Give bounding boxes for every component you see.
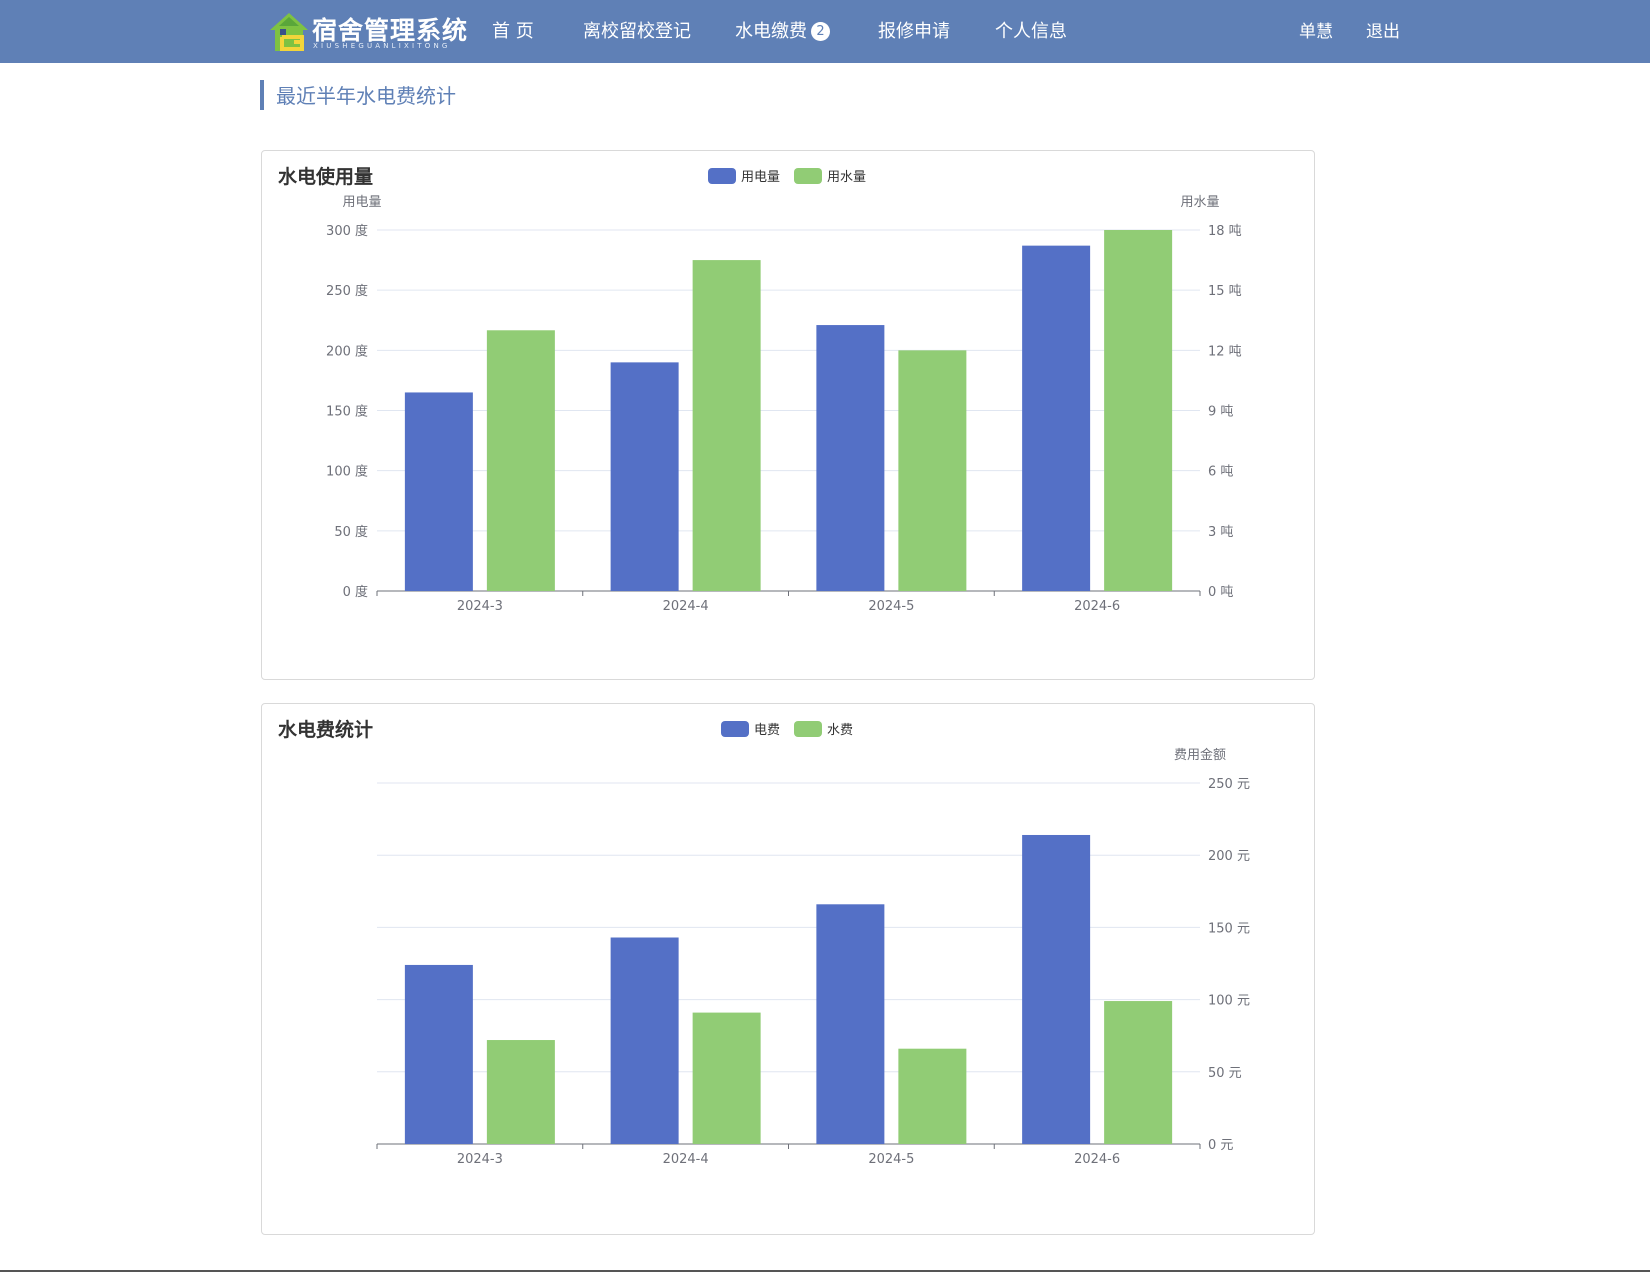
bar-blue [610, 362, 679, 591]
y-tick-label-right: 250 元 [1208, 777, 1250, 792]
legend-swatch [794, 168, 822, 184]
legend-swatch [708, 168, 736, 184]
y-axis-title-right: 费用金额 [1174, 747, 1226, 763]
x-tick-label: 2024-4 [663, 1152, 709, 1167]
user-name[interactable]: 单慧 [1299, 19, 1333, 45]
usage-chart-card: 水电使用量 用电量 用水量 用电量 0 度 50 度 100 度 150 度 200 度 250 … [261, 150, 1315, 680]
legend-swatch [721, 721, 749, 737]
y-tick-label-left: 250 度 [326, 283, 368, 299]
bar-green [898, 350, 967, 591]
bar-green [898, 1048, 967, 1144]
x-tick-label: 2024-6 [1074, 599, 1120, 614]
fee-bar-chart: 水电费统计 电费 水费费用金额 0 元 50 元 100 元 150 元 200 元 250 元… [278, 718, 1250, 1167]
bar-green [692, 1012, 761, 1144]
x-tick-label: 2024-6 [1074, 1152, 1120, 1167]
bar-blue [816, 904, 885, 1144]
y-tick-label-right: 0 吨 [1208, 585, 1233, 600]
x-tick-label: 2024-3 [457, 599, 503, 614]
bar-green [1104, 1001, 1173, 1144]
y-tick-label-right: 100 元 [1208, 994, 1250, 1009]
y-tick-label-right: 18 吨 [1208, 224, 1242, 239]
bar-blue [404, 392, 473, 591]
y-tick-label-right: 3 吨 [1208, 525, 1233, 540]
y-tick-label-right: 150 元 [1208, 921, 1250, 936]
y-tick-label-left: 200 度 [326, 343, 368, 359]
y-tick-label-right: 12 吨 [1208, 344, 1242, 359]
y-tick-label-right: 15 吨 [1208, 284, 1242, 299]
bar-green [1104, 230, 1173, 591]
y-tick-label-left: 100 度 [326, 464, 368, 480]
y-tick-label-left: 300 度 [326, 223, 368, 239]
nav-utility-payment-label: 水电缴费 [735, 21, 807, 42]
y-tick-label-right: 9 吨 [1208, 405, 1233, 420]
usage-bar-chart: 水电使用量 用电量 用水量用电量0 度50 度100 度150 度200 度250 … [278, 165, 1242, 614]
logo-subtitle: XIUSHEGUANLIXITONG [313, 42, 451, 50]
logout-link[interactable]: 退出 [1366, 19, 1400, 45]
bar-blue [404, 964, 473, 1144]
site-logo[interactable]: 宿舍管理系统 XIUSHEGUANLIXITONG [265, 8, 467, 56]
notification-badge: 2 [811, 22, 830, 41]
y-tick-label-left: 150 度 [326, 404, 368, 420]
y-axis-title-left: 用电量 [342, 195, 381, 210]
chart-title: 水电使用量 [278, 165, 373, 188]
top-navbar: 宿舍管理系统 XIUSHEGUANLIXITONG 首 页 离校留校登记 水电缴… [0, 0, 1650, 63]
x-tick-label: 2024-4 [663, 599, 709, 614]
y-tick-label-right: 0 元 [1208, 1138, 1233, 1153]
legend-swatch [794, 721, 822, 737]
y-tick-label-right: 200 元 [1208, 849, 1250, 864]
y-tick-label-left: 0 度 [343, 584, 368, 600]
nav-utility-payment[interactable]: 水电缴费 2 [735, 19, 830, 45]
nav-personal-info[interactable]: 个人信息 [995, 19, 1067, 45]
page-title: 最近半年水电费统计 [260, 80, 456, 110]
y-tick-label-right: 50 元 [1208, 1066, 1242, 1081]
legend-label: 水费 [827, 723, 853, 738]
y-axis-title-right: 用水量 [1180, 195, 1219, 210]
bar-green [486, 330, 555, 591]
bar-blue [1022, 834, 1091, 1144]
nav-leave-registration[interactable]: 离校留校登记 [583, 19, 691, 45]
bar-green [486, 1040, 555, 1144]
nav-repair-request[interactable]: 报修申请 [878, 19, 950, 45]
bar-green [692, 260, 761, 591]
legend-label: 用水量 [827, 170, 866, 185]
fee-chart-card: 水电费统计 电费 水费费用金额 0 元 50 元 100 元 150 元 200 元 250 元… [261, 703, 1315, 1235]
x-tick-label: 2024-3 [457, 1152, 503, 1167]
legend-label: 电费 [754, 723, 780, 738]
x-tick-label: 2024-5 [868, 599, 914, 614]
legend-label: 用电量 [741, 170, 780, 185]
y-tick-label-left: 50 度 [334, 524, 368, 540]
nav-home[interactable]: 首 页 [492, 19, 534, 45]
bar-blue [610, 937, 679, 1144]
house-logo-icon [270, 13, 308, 51]
x-tick-label: 2024-5 [868, 1152, 914, 1167]
chart-title: 水电费统计 [278, 718, 373, 741]
y-tick-label-right: 6 吨 [1208, 465, 1233, 480]
bar-blue [816, 325, 885, 591]
bar-blue [1022, 245, 1091, 591]
